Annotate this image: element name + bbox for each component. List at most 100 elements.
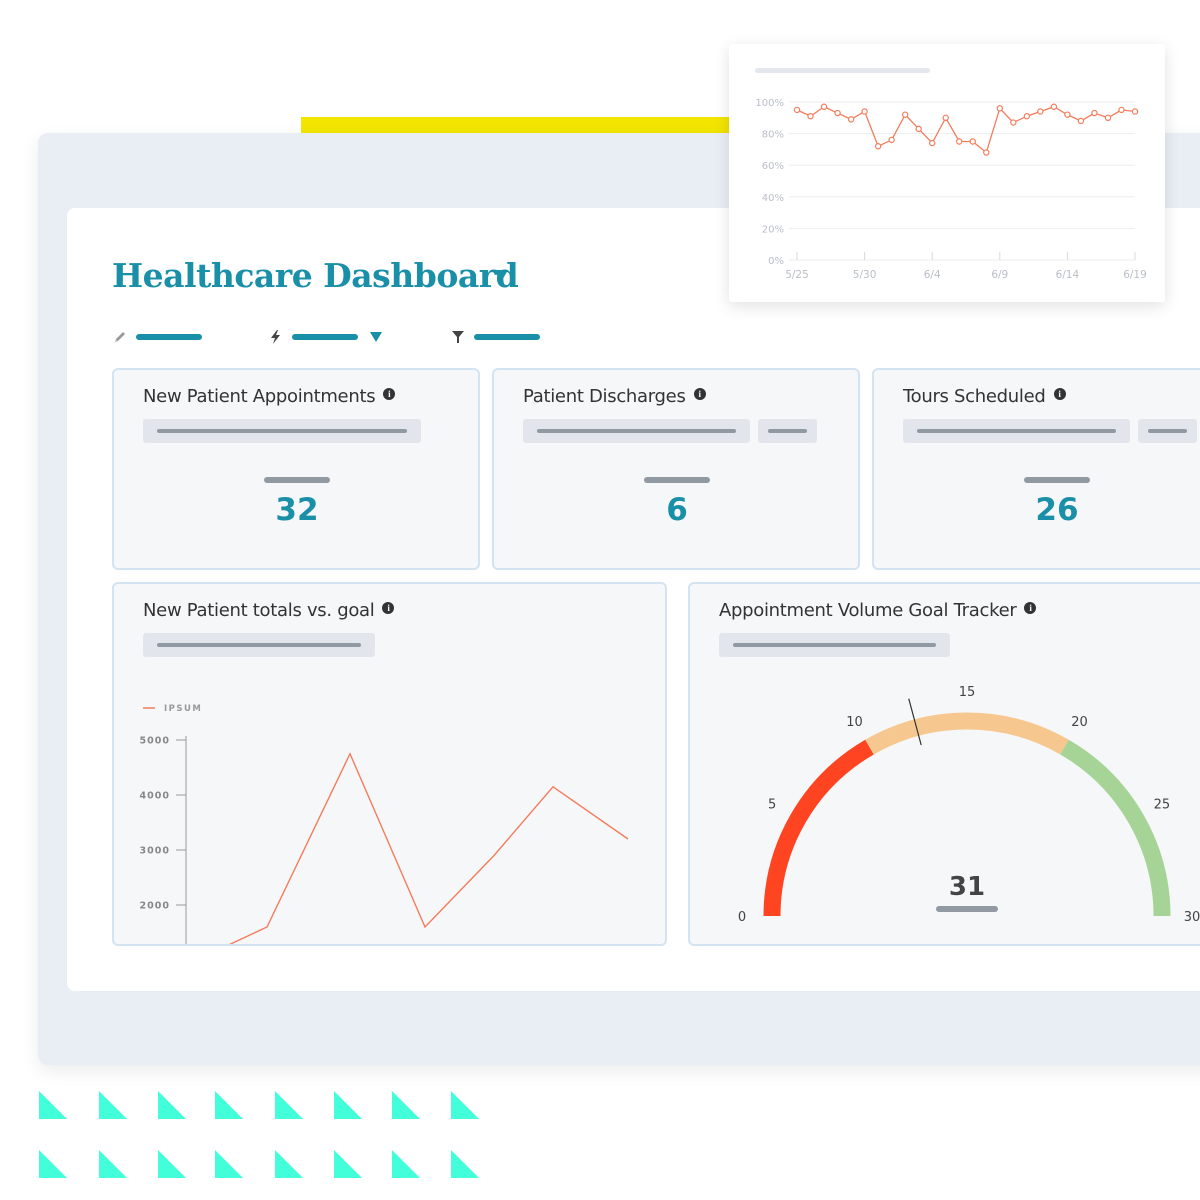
decorative-triangle: [39, 1150, 67, 1178]
toolbar-filter[interactable]: [450, 327, 540, 347]
series-line: [796, 105, 1136, 154]
data-point: [793, 106, 801, 114]
x-tick-label: 6/9: [991, 269, 1008, 281]
y-tick-label: 100%: [755, 98, 784, 109]
gauge-tick-label: 5: [768, 798, 776, 813]
data-point: [915, 125, 922, 133]
gauge-tick-label: 25: [1154, 798, 1171, 813]
appointment-goal-tracker-card[interactable]: Appointment Volume Goal Tracker i 0 5 10 15…: [688, 582, 1200, 946]
x-tick-label: 6/14: [1056, 269, 1080, 281]
kpi-title-text: Tours Scheduled: [903, 386, 1046, 407]
y-tick-label: 40%: [762, 193, 784, 204]
data-point: [1037, 108, 1044, 115]
decorative-triangle: [334, 1150, 362, 1178]
compare-filter-chip[interactable]: [1138, 419, 1197, 443]
data-point: [807, 113, 814, 120]
data-point: [983, 149, 990, 156]
pencil-icon: [112, 329, 128, 345]
decorative-triangle: [99, 1091, 127, 1119]
kpi-card-new-patient-appointments[interactable]: New Patient Appointments i 32: [112, 368, 480, 570]
x-tick-label: 5/25: [785, 269, 809, 281]
attendance-trend-popup[interactable]: 0% 20% 40% 60% 80% 100% 5/25 5/30 6/4 6/9 6/14 6/19: [729, 44, 1165, 302]
x-tick-label: 6/19: [1123, 269, 1147, 281]
kpi-label-placeholder: [644, 477, 710, 483]
decorative-triangle: [275, 1150, 303, 1178]
toolbar-filter-label: [474, 334, 540, 340]
title-dropdown-caret-icon[interactable]: [494, 270, 508, 282]
y-tick-label: 60%: [762, 161, 784, 172]
x-tick-label: 5/30: [853, 269, 877, 281]
x-tick-label: 6/4: [924, 269, 941, 281]
y-tick-label: 5000: [140, 736, 170, 747]
toolbar-edit-label: [136, 334, 202, 340]
chart-legend: IPSUM: [143, 704, 202, 714]
y-tick-label: 2000: [140, 901, 170, 912]
kpi-title: Tours Scheduled i: [903, 386, 1066, 407]
decorative-triangle: [451, 1150, 479, 1178]
gauge-value: 31: [949, 872, 985, 902]
info-icon[interactable]: i: [383, 387, 396, 400]
filter-icon: [450, 329, 466, 345]
data-point: [996, 105, 1003, 112]
kpi-value: 32: [275, 492, 319, 528]
decorative-triangle: [39, 1091, 67, 1119]
gauge-band: [865, 712, 1069, 755]
decorative-triangle: [392, 1091, 420, 1119]
data-point: [1118, 106, 1125, 114]
decorative-triangle: [158, 1150, 186, 1178]
date-filter-chip[interactable]: [143, 419, 421, 443]
data-point: [888, 136, 895, 144]
decorative-triangle: [334, 1091, 362, 1119]
goal-gauge: 0 5 10 15 20 25 30 31: [738, 685, 1200, 925]
series-line: [229, 752, 629, 944]
info-icon[interactable]: i: [1053, 387, 1066, 400]
data-point: [956, 138, 963, 145]
info-icon[interactable]: i: [693, 387, 706, 400]
data-point: [1010, 119, 1017, 126]
kpi-label-placeholder: [1024, 477, 1090, 483]
gauge-value-label-placeholder: [936, 906, 998, 912]
kpi-title-text: Patient Discharges: [523, 386, 686, 407]
chevron-down-icon: [370, 332, 382, 342]
decorative-triangle: [215, 1091, 243, 1119]
legend-label: IPSUM: [164, 704, 202, 714]
decorative-triangle: [99, 1150, 127, 1178]
decorative-triangle: [158, 1091, 186, 1119]
kpi-label-placeholder: [264, 477, 330, 483]
data-point: [1104, 114, 1112, 122]
lightning-icon: [268, 329, 284, 345]
data-point: [1050, 103, 1058, 110]
data-point: [861, 108, 868, 115]
decorative-triangle: [215, 1150, 243, 1178]
toolbar-edit[interactable]: [112, 327, 202, 347]
gauge-tick-label: 10: [846, 715, 863, 730]
compare-filter-chip[interactable]: [758, 419, 817, 443]
data-point: [1091, 109, 1098, 117]
kpi-value: 6: [666, 492, 688, 528]
kpi-title-text: New Patient Appointments: [143, 386, 376, 407]
kpi-card-patient-discharges[interactable]: Patient Discharges i 6: [492, 368, 860, 570]
decorative-yellow-bar: [301, 117, 741, 133]
new-patient-line-chart: IPSUM 2000 3000 4000 5000: [140, 704, 629, 944]
y-tick-label: 4000: [140, 791, 170, 802]
toolbar-actions-label: [292, 334, 358, 340]
date-filter-chip[interactable]: [903, 419, 1130, 443]
kpi-title: New Patient Appointments i: [143, 386, 396, 407]
toolbar-actions[interactable]: [268, 327, 382, 347]
data-point: [969, 138, 976, 145]
y-tick-label: 3000: [140, 846, 170, 857]
decorative-triangle: [451, 1091, 479, 1119]
gauge-tick-label: 15: [959, 685, 976, 700]
data-point: [1077, 117, 1085, 125]
date-filter-chip[interactable]: [523, 419, 750, 443]
page-title[interactable]: Healthcare Dashboard: [112, 256, 519, 295]
data-point: [942, 114, 949, 122]
kpi-card-tours-scheduled[interactable]: Tours Scheduled i 26: [872, 368, 1200, 570]
data-point: [1064, 111, 1071, 118]
data-point: [928, 139, 936, 147]
gauge-tick-label: 0: [738, 910, 746, 925]
new-patient-totals-card[interactable]: New Patient totals vs. goal i IPSUM 2000…: [112, 582, 667, 946]
gauge-band: [763, 739, 874, 917]
gauge-tick-label: 20: [1071, 715, 1088, 730]
data-point: [847, 116, 855, 123]
